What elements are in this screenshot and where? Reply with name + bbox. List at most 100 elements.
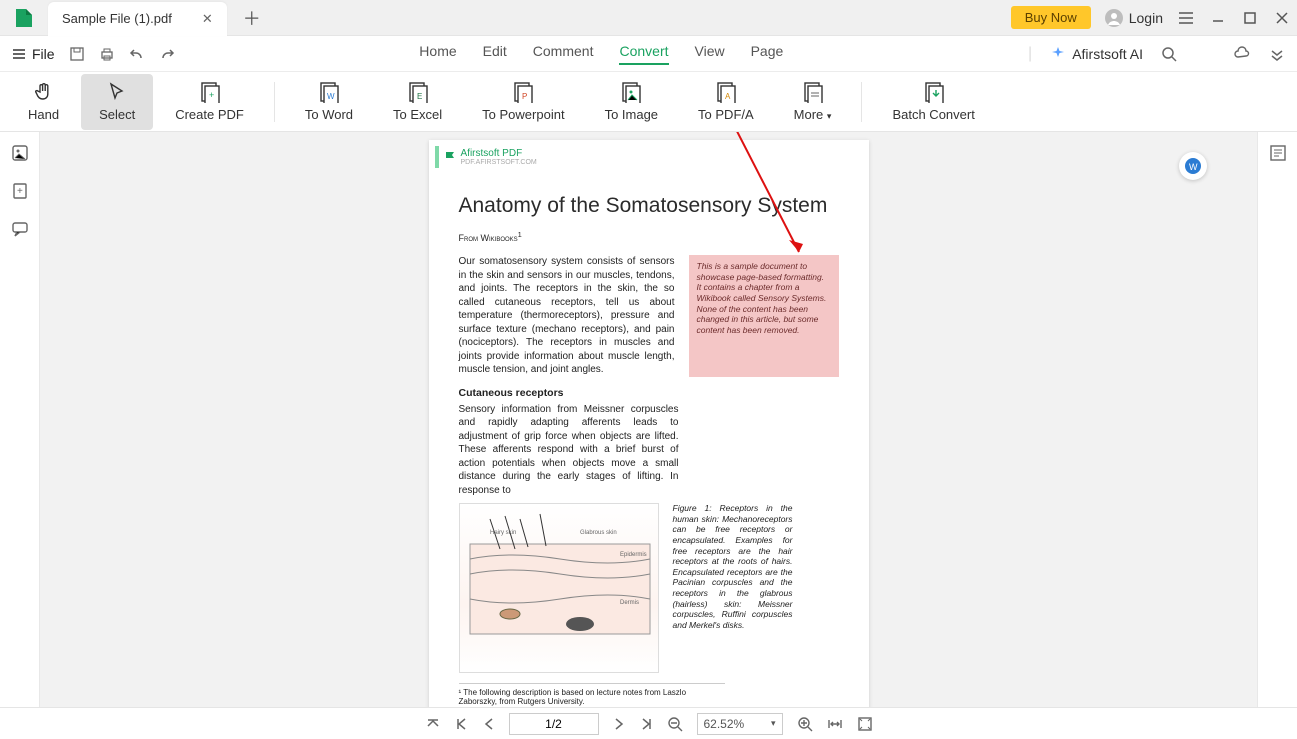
ribbon-toolbar: Hand Select + Create PDF W To Word E To … [0,72,1297,132]
cloud-icon[interactable] [1233,45,1251,63]
tab-close-icon[interactable]: ✕ [202,11,213,27]
quick-access-toolbar [69,46,175,62]
svg-text:Glabrous skin: Glabrous skin [580,530,617,536]
buy-now-button[interactable]: Buy Now [1011,6,1091,29]
first-page-icon[interactable] [455,717,469,731]
comments-panel-icon[interactable] [11,220,29,238]
right-sidebar [1257,132,1297,707]
create-pdf-icon: + [199,81,221,103]
search-icon[interactable] [1161,46,1177,62]
pdfa-icon: A [715,81,737,103]
zoom-in-icon[interactable] [797,716,813,732]
tool-batch-convert[interactable]: Batch Convert [874,74,992,130]
word-icon: W [318,81,340,103]
menubar-right: | Afirstsoft AI [1028,45,1285,63]
last-page-icon[interactable] [639,717,653,731]
tool-to-powerpoint[interactable]: P To Powerpoint [464,74,582,130]
left-sidebar: + [0,132,40,707]
menu-page[interactable]: Page [751,43,784,65]
cursor-icon [106,81,128,103]
prev-page-icon[interactable] [483,717,495,731]
svg-text:+: + [209,90,214,100]
word-badge-icon: W [1184,157,1202,175]
menu-edit[interactable]: Edit [483,43,507,65]
image-icon [620,81,642,103]
undo-icon[interactable] [129,46,145,62]
ai-button[interactable]: Afirstsoft AI [1050,46,1143,62]
redo-icon[interactable] [159,46,175,62]
skin-diagram-icon: Hairy skin Glabrous skin Epidermis Dermi… [460,504,660,674]
tool-to-excel[interactable]: E To Excel [375,74,460,130]
quick-convert-badge[interactable]: W [1179,152,1207,180]
menu-convert[interactable]: Convert [619,43,668,65]
thumbnails-icon[interactable] [11,144,29,162]
menu-home[interactable]: Home [419,43,456,65]
new-tab-button[interactable]: ＋ [243,5,261,31]
body-paragraph-2: Sensory information from Meissner corpus… [459,403,679,498]
document-canvas[interactable]: Afirstsoft PDF PDF.AFIRSTSOFT.COM Anatom… [40,132,1257,707]
close-window-icon[interactable] [1273,9,1291,27]
minimize-icon[interactable] [1209,9,1227,27]
svg-text:E: E [417,92,422,101]
excel-icon: E [407,81,429,103]
brand-flag-icon [445,151,457,163]
maximize-icon[interactable] [1241,9,1259,27]
hand-icon [33,81,55,103]
login-button[interactable]: Login [1105,9,1163,27]
titlebar-right: Buy Now Login [1011,6,1291,29]
doc-title: Anatomy of the Somatosensory System [459,194,839,218]
tool-create-pdf[interactable]: + Create PDF [157,74,262,130]
fit-width-icon[interactable] [827,716,843,732]
document-tab[interactable]: Sample File (1).pdf ✕ [48,2,227,36]
batch-icon [923,81,945,103]
watermark: Afirstsoft PDF PDF.AFIRSTSOFT.COM [435,146,543,168]
print-icon[interactable] [99,46,115,62]
menu-view[interactable]: View [695,43,725,65]
menu-tabs: Home Edit Comment Convert View Page [419,43,783,65]
figure-image: Hairy skin Glabrous skin Epidermis Dermi… [459,503,659,673]
tab-title: Sample File (1).pdf [62,11,172,26]
figure-caption: Figure 1: Receptors in the human skin: M… [673,503,793,673]
more-icon [802,81,824,103]
titlebar: Sample File (1).pdf ✕ ＋ Buy Now Login [0,0,1297,36]
menu-comment[interactable]: Comment [533,43,594,65]
user-icon [1105,9,1123,27]
statusbar: 62.52% ▾ [0,707,1297,739]
svg-text:Hairy skin: Hairy skin [490,530,516,536]
ppt-icon: P [512,81,534,103]
tool-to-word[interactable]: W To Word [287,74,371,130]
svg-text:P: P [522,92,527,101]
tool-more[interactable]: More ▾ [776,74,850,130]
page-input[interactable] [509,713,599,735]
footnote: ¹ The following description is based on … [459,683,725,706]
collapse-ribbon-icon[interactable] [1269,46,1285,62]
menu-icon [12,48,26,60]
separator [861,82,862,122]
doc-source: From Wikibooks1 [459,230,839,243]
pdf-page: Afirstsoft PDF PDF.AFIRSTSOFT.COM Anatom… [429,140,869,707]
zoom-select[interactable]: 62.52% ▾ [697,713,783,735]
fit-page-icon[interactable] [857,716,873,732]
svg-text:A: A [725,92,731,101]
next-page-icon[interactable] [613,717,625,731]
menubar: File Home Edit Comment Convert View Page… [0,36,1297,72]
bookmarks-icon[interactable]: + [11,182,29,200]
tool-to-pdfa[interactable]: A To PDF/A [680,74,772,130]
body-paragraph: Our somatosensory system consists of sen… [459,255,675,377]
properties-icon[interactable] [1269,144,1287,162]
file-menu[interactable]: File [12,46,55,62]
tool-hand[interactable]: Hand [10,74,77,130]
callout-box: This is a sample document to showcase pa… [689,255,839,377]
svg-text:W: W [327,92,335,101]
chevron-down-icon: ▾ [771,718,776,729]
tool-to-image[interactable]: To Image [587,74,676,130]
save-icon[interactable] [69,46,85,62]
scroll-top-icon[interactable] [425,716,441,732]
svg-text:Epidermis: Epidermis [620,552,647,558]
zoom-out-icon[interactable] [667,716,683,732]
tool-select[interactable]: Select [81,74,153,130]
hamburger-icon[interactable] [1177,9,1195,27]
app-logo-icon [12,6,36,30]
svg-text:Dermis: Dermis [620,600,639,606]
svg-text:W: W [1189,162,1198,172]
